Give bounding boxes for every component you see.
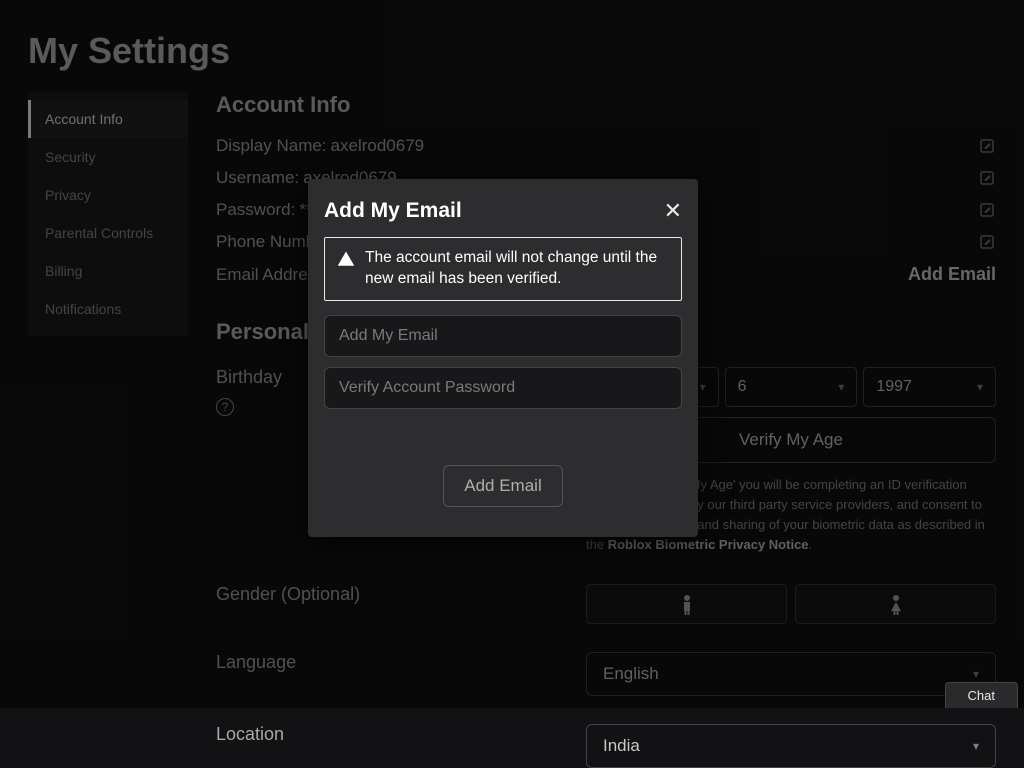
close-icon[interactable]: ✕ xyxy=(664,200,682,222)
add-email-modal: Add My Email ✕ The account email will no… xyxy=(308,179,698,537)
chevron-down-icon: ▾ xyxy=(973,739,979,753)
warning-banner: The account email will not change until … xyxy=(324,237,682,301)
add-email-input[interactable] xyxy=(324,315,682,357)
chat-tab[interactable]: Chat xyxy=(945,682,1018,708)
verify-password-input[interactable] xyxy=(324,367,682,409)
warning-text: The account email will not change until … xyxy=(365,248,669,290)
location-select[interactable]: India ▾ xyxy=(586,724,996,768)
add-email-submit-button[interactable]: Add Email xyxy=(443,465,562,507)
warning-icon xyxy=(337,250,355,273)
location-value: India xyxy=(603,736,640,756)
location-label: Location xyxy=(216,724,586,768)
modal-title: Add My Email xyxy=(324,199,462,223)
